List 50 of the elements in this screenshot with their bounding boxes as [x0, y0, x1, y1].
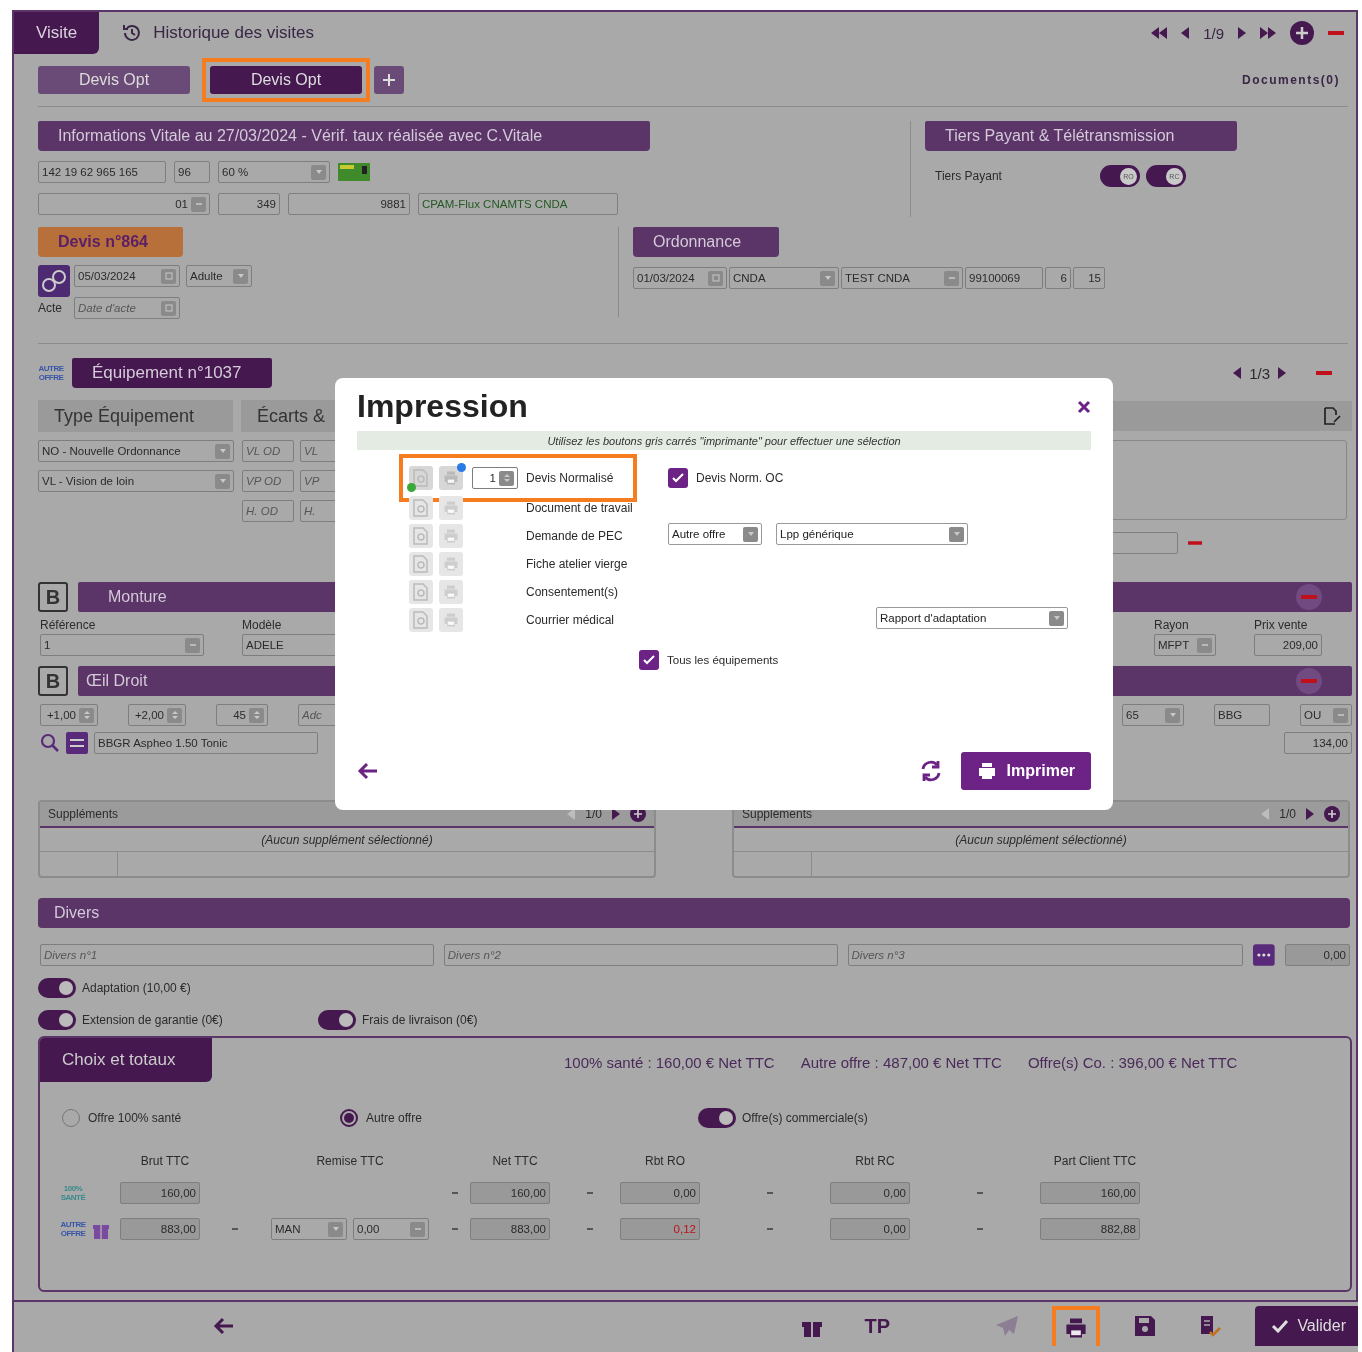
section-header: Choix et totaux — [40, 1038, 212, 1082]
radio-label: Offre 100% santé — [88, 1111, 182, 1125]
pager-text: 1/0 — [1279, 807, 1296, 821]
column-header: Net TTC — [492, 1154, 538, 1168]
field-label: Rayon — [1154, 618, 1190, 632]
toggle-label: Offre(s) commerciale(s) — [742, 1111, 868, 1125]
empty-message: (Aucun supplément sélectionné) — [955, 832, 1127, 847]
column-header: Brut TTC — [140, 1154, 190, 1168]
checkbox-label: Tous les équipements — [667, 654, 779, 666]
total-summary: Autre offre : 487,00 € Net TTC — [800, 1054, 1002, 1071]
brand-icon: B — [38, 666, 68, 696]
field-label: Prix vente — [1254, 618, 1309, 632]
dialog-title: Impression — [357, 388, 528, 425]
toggle-label: Frais de livraison (0€) — [362, 1013, 478, 1027]
hint-text: Utilisez les boutons gris carrés "imprimante" pour effectuer une sélection — [357, 431, 1091, 450]
field-label: Référence — [40, 618, 97, 632]
toggle-label: Extension de garantie (0€) — [82, 1013, 224, 1027]
section-header: Devis n°864 — [38, 227, 183, 257]
empty-message: (Aucun supplément sélectionné) — [261, 832, 433, 847]
field-label: Tiers Payant — [935, 169, 1002, 183]
offer-logo: AUTRE OFFRE — [60, 1220, 86, 1238]
pager-text: 1/3 — [1249, 364, 1270, 382]
document-label: Consentement(s) — [526, 585, 620, 599]
column-header: Rbt RC — [855, 1154, 895, 1168]
column-header: Part Client TTC — [1053, 1154, 1137, 1168]
document-label: Courrier médical — [526, 613, 616, 627]
offer-logo: AUTRE OFFRE — [38, 364, 64, 382]
offer-logo: 100% SANTÉ — [60, 1184, 86, 1202]
pager-text: 1/9 — [1203, 24, 1224, 42]
checkbox-label: Devis Norm. OC — [696, 471, 784, 485]
section-header: Informations Vitale au 27/03/2024 - Vérif. taux réalisée avec C.Vitale — [38, 121, 650, 151]
document-label: Devis Normalisé — [526, 471, 615, 485]
field-label: Modèle — [242, 618, 283, 632]
document-label: Document de travail — [526, 501, 633, 515]
section-header: Divers — [38, 898, 1350, 928]
section-header: Équipement n°1037 — [72, 358, 272, 388]
toggle-label: Adaptation (10,00 €) — [82, 981, 191, 995]
document-label: Fiche atelier vierge — [526, 557, 628, 571]
panel-title: Suppléments — [742, 807, 813, 821]
column-header: Remise TTC — [316, 1154, 384, 1168]
panel-title: Suppléments — [48, 807, 119, 821]
section-header: Tiers Payant & Télétransmission — [925, 121, 1237, 151]
column-header: Rbt RO — [645, 1154, 685, 1168]
radio-label: Autre offre — [366, 1111, 422, 1125]
total-summary: 100% santé : 160,00 € Net TTC — [564, 1054, 775, 1071]
document-label: Demande de PEC — [526, 529, 624, 543]
section-header: Ordonnance — [633, 227, 779, 257]
brand-icon: B — [38, 582, 68, 612]
total-summary: Offre(s) Co. : 396,00 € Net TTC — [1027, 1054, 1238, 1071]
field-label: Acte — [38, 301, 63, 315]
